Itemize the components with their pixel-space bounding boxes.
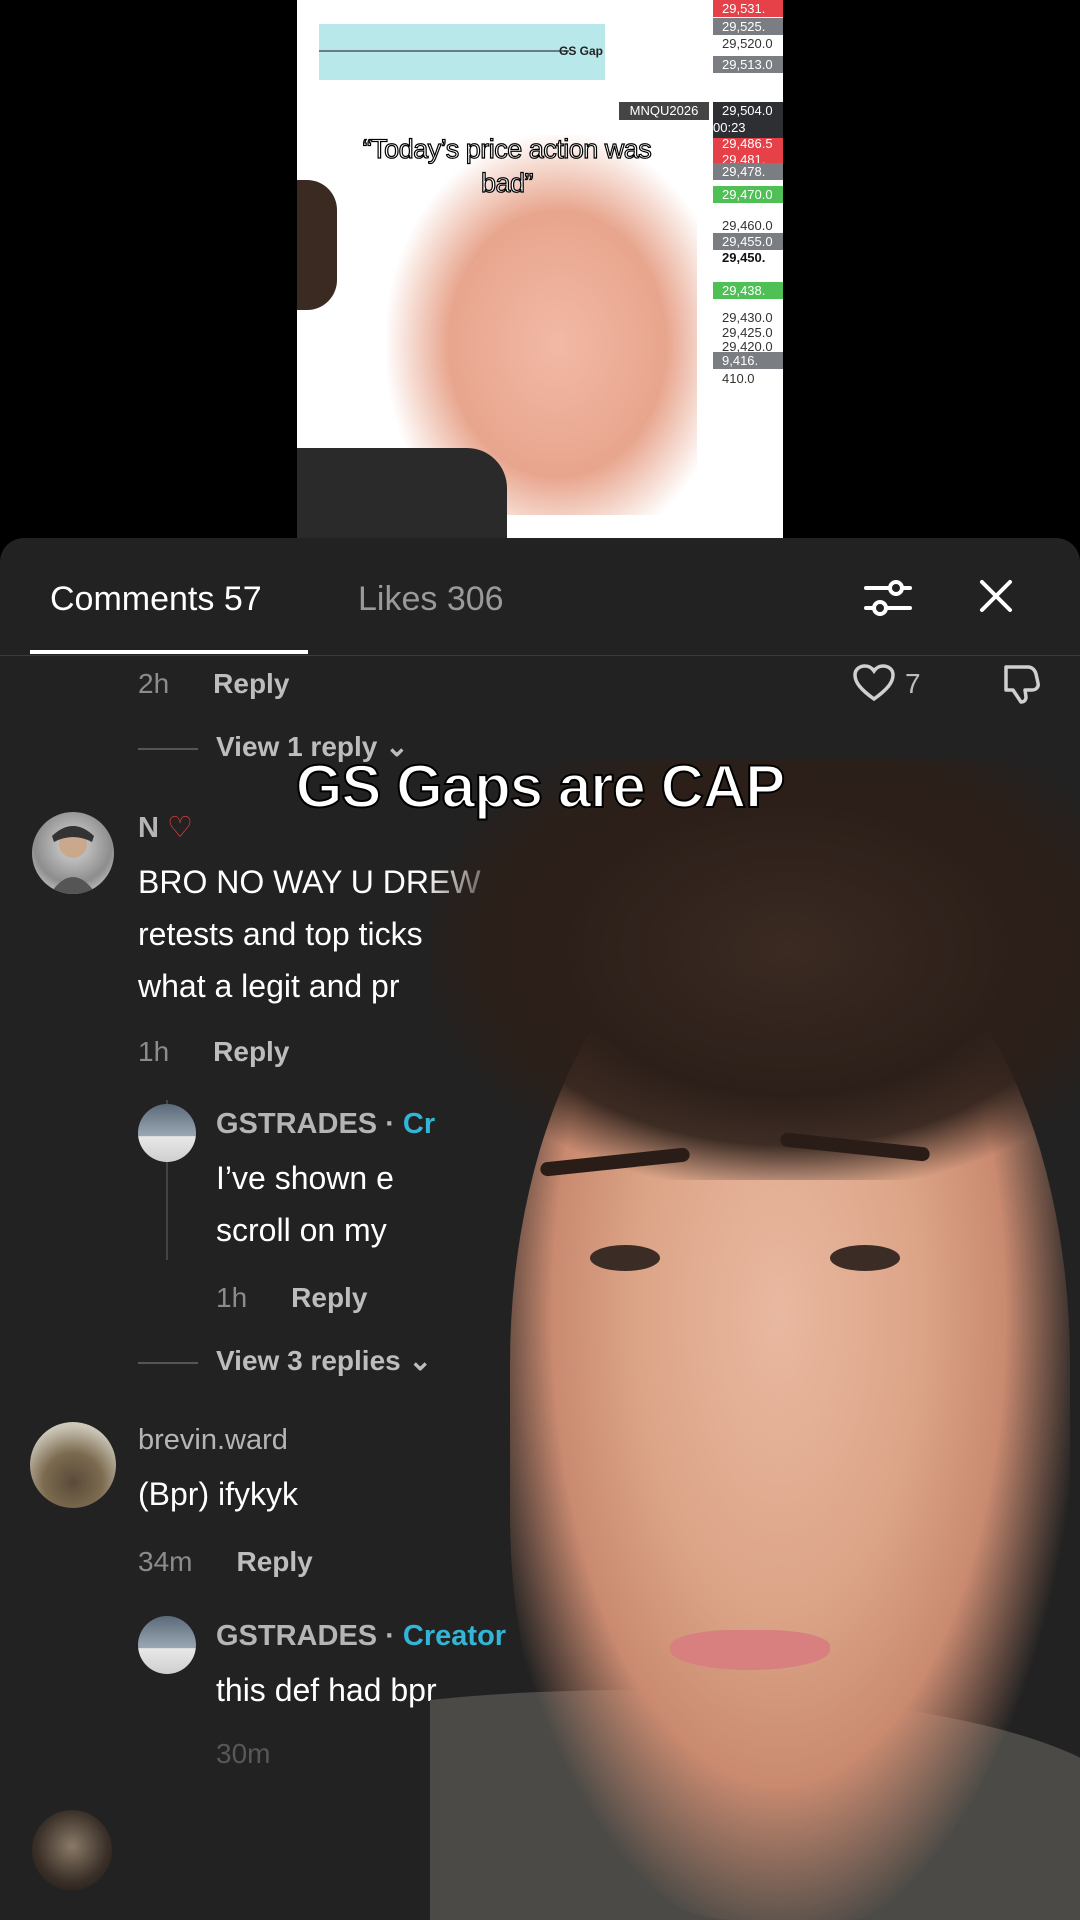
avatar[interactable]	[30, 1422, 116, 1508]
video-caption: “Today’s price action was bad”	[362, 133, 652, 198]
comment-meta: 1h Reply	[138, 1036, 289, 1068]
comment-username[interactable]: GSTRADES · Cr	[216, 1108, 435, 1141]
avatar[interactable]	[138, 1104, 196, 1162]
price-level: 29,531.	[713, 0, 783, 17]
price-level: 9,416.	[713, 352, 783, 369]
price-level: 29,470.0	[713, 186, 783, 203]
filter-icon[interactable]	[862, 574, 914, 622]
comment-time: 1h	[138, 1036, 170, 1067]
like-count: 7	[905, 668, 921, 699]
divider-dash	[138, 747, 198, 750]
comment-text: I’ve shown e scroll on my	[216, 1152, 394, 1256]
comment-meta: 30m	[216, 1738, 270, 1770]
reply-button[interactable]: Reply	[213, 1036, 289, 1067]
comment-time: 2h	[138, 668, 170, 699]
active-tab-indicator	[30, 650, 308, 654]
comment-time: 1h	[216, 1282, 248, 1313]
countdown-value: 00:23	[713, 120, 746, 135]
tab-likes[interactable]: Likes 306	[358, 580, 504, 619]
price-level: 29,455.0	[713, 233, 783, 250]
comment-line: scroll on my	[216, 1212, 387, 1248]
username-text: GSTRADES	[216, 1108, 378, 1140]
tab-comments[interactable]: Comments 57	[50, 580, 262, 619]
reply-button[interactable]: Reply	[236, 1546, 312, 1577]
shirt-shape	[297, 448, 507, 538]
view-replies-link[interactable]: View 3 replies ⌄	[138, 1344, 432, 1377]
comment-text: BRO NO WAY U DREW retests and top ticks …	[138, 856, 481, 1012]
comment-line: (Bpr) ifykyk	[138, 1476, 298, 1512]
comment-username[interactable]: brevin.ward	[138, 1424, 288, 1457]
price-ladder: 29,531. 29,525. 29,520.0 29,513.0 29,486.5 29…	[713, 0, 783, 538]
view-replies-label: View 3 replies	[216, 1345, 401, 1376]
chevron-down-icon: ⌄	[400, 1345, 432, 1376]
creator-badge: Creator	[402, 1620, 507, 1652]
avatar[interactable]	[138, 1616, 196, 1674]
comment-text: this def had bpr	[216, 1664, 437, 1716]
comment-line: BRO NO WAY U DREW	[138, 864, 481, 900]
comment-username[interactable]: GSTRADES · Creator	[216, 1620, 506, 1653]
price-level: 29,478.	[713, 163, 783, 180]
dislike-icon[interactable]	[998, 661, 1042, 705]
comment-time: 30m	[216, 1738, 271, 1769]
reply-button[interactable]: Reply	[213, 668, 289, 699]
avatar[interactable]	[32, 812, 114, 894]
comment-meta: 1h Reply	[216, 1282, 367, 1314]
comment-time: 34m	[138, 1546, 193, 1577]
video-thumbnail[interactable]: GS Gap “Today’s price action was bad” MN…	[297, 0, 783, 538]
price-level: 410.0	[722, 371, 755, 386]
comment-meta: 2h Reply	[138, 668, 289, 700]
price-level: 29,450.	[722, 250, 766, 265]
gap-line	[319, 50, 569, 52]
heart-icon[interactable]	[852, 663, 896, 703]
gap-label: GS Gap	[559, 44, 604, 58]
price-level: 29,438.	[713, 282, 783, 299]
comment-meta: 34m Reply	[138, 1546, 313, 1578]
divider-dash	[138, 1361, 198, 1364]
screen: GS Gap “Today’s price action was bad” MN…	[0, 0, 1080, 1920]
close-icon[interactable]	[976, 576, 1016, 616]
creator-badge: Cr	[402, 1108, 436, 1140]
price-level: 29,460.0	[722, 218, 773, 233]
comment-line: what a legit and pr	[138, 968, 400, 1004]
price-level: 29,513.0	[713, 56, 783, 73]
price-level: 29,525.	[713, 18, 783, 35]
comment-line: I’ve shown e	[216, 1160, 394, 1196]
comments-sheet: Comments 57 Likes 306 2h Reply 7 View 1 …	[0, 538, 1080, 1920]
avatar[interactable]	[32, 1810, 112, 1890]
ticker-label: MNQU2026	[619, 102, 709, 120]
price-current: 29,504.0	[722, 103, 773, 118]
comment-line: retests and top ticks	[138, 916, 423, 952]
hair-shape	[297, 180, 337, 310]
comment-text: (Bpr) ifykyk	[138, 1468, 298, 1520]
reply-button[interactable]: Reply	[291, 1282, 367, 1313]
countdown-label: 29,504.0 00:23	[713, 102, 783, 138]
username-text: GSTRADES	[216, 1620, 378, 1652]
overlay-caption: GS Gaps are CAP	[295, 752, 787, 821]
price-level: 29,520.0	[722, 36, 773, 51]
comment-line: this def had bpr	[216, 1672, 437, 1708]
tab-bar: Comments 57 Likes 306	[0, 538, 1080, 656]
